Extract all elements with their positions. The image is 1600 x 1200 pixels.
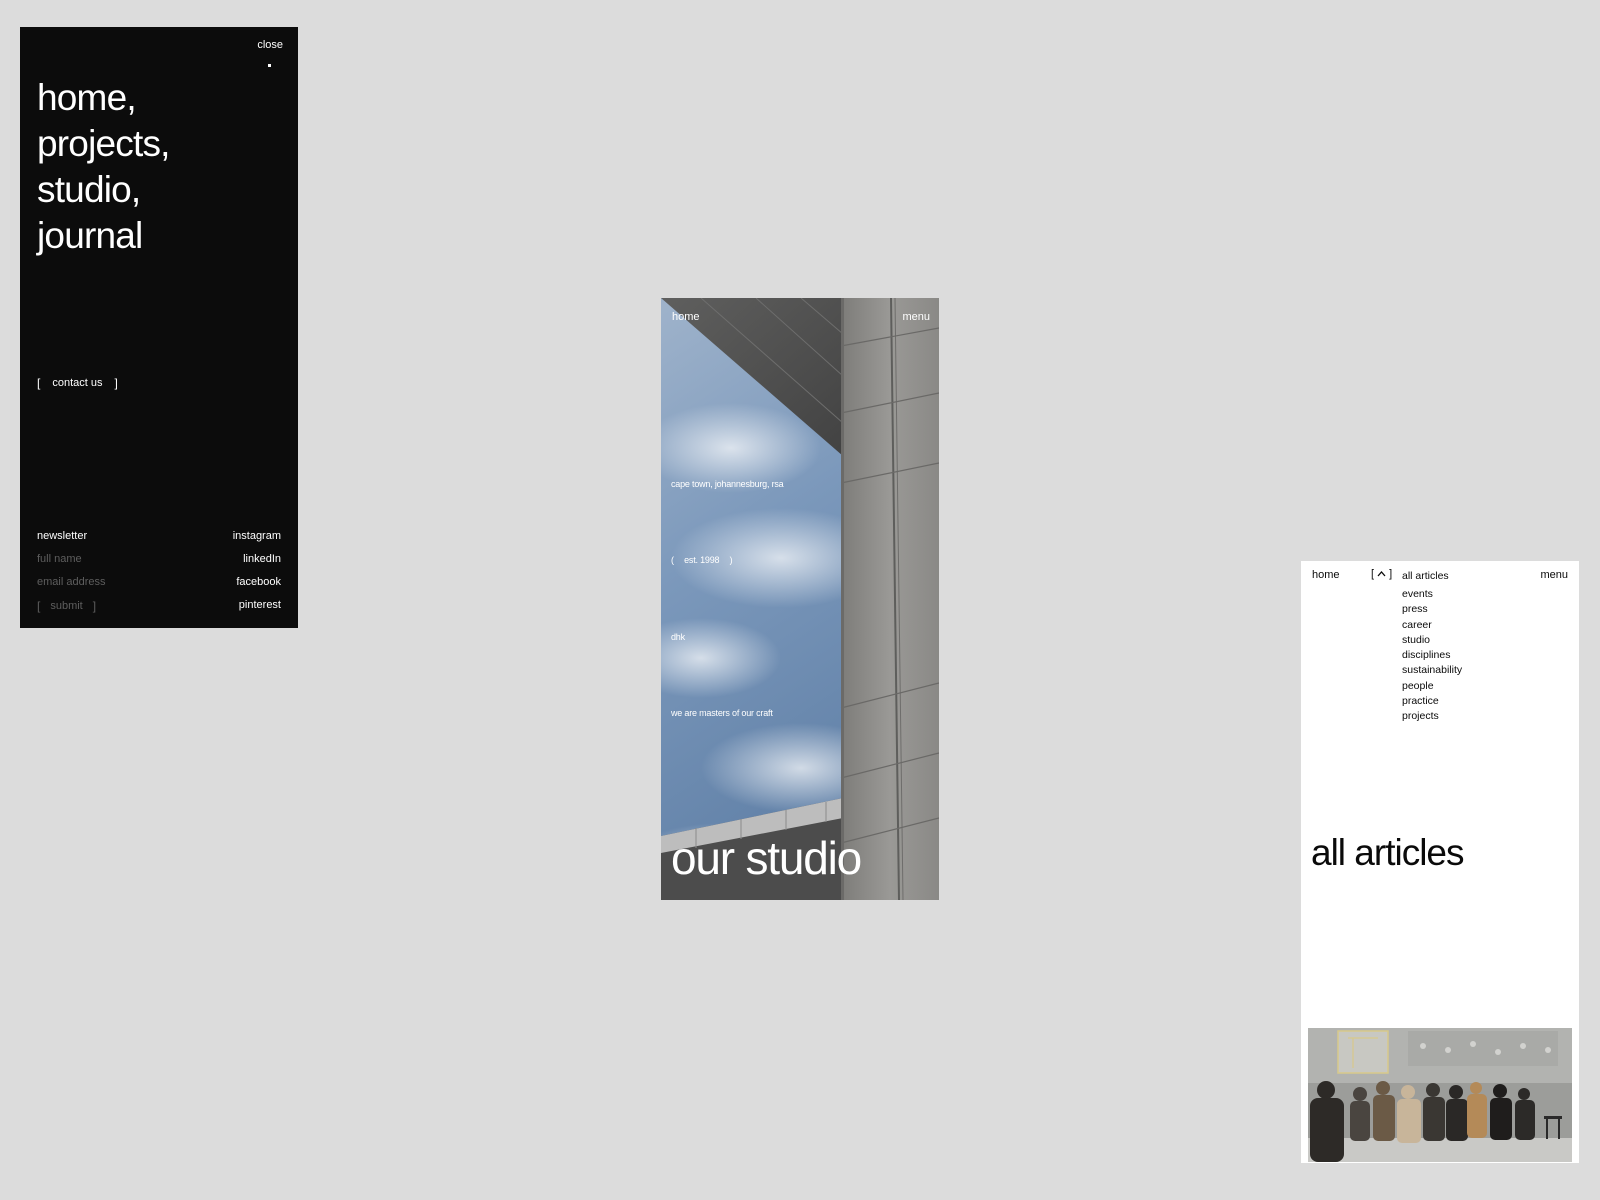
social-link-instagram[interactable]: instagram: [233, 530, 281, 553]
paren-close: ): [729, 555, 733, 565]
bracket-close: ]: [114, 376, 118, 390]
social-links: instagram linkedIn facebook pinterest: [233, 530, 281, 622]
studio-location: cape town, johannesburg, rsa: [671, 479, 784, 489]
architecture-hero-image: [661, 298, 939, 900]
filter-item-practice[interactable]: practice: [1402, 694, 1462, 709]
filter-item-studio[interactable]: studio: [1402, 633, 1462, 648]
filter-item-events[interactable]: events: [1402, 587, 1462, 602]
nav-item-studio[interactable]: studio,: [37, 167, 170, 213]
filter-item-projects[interactable]: projects: [1402, 709, 1462, 724]
social-link-linkedin[interactable]: linkedIn: [233, 553, 281, 576]
main-nav-list: home, projects, studio, journal: [37, 75, 170, 259]
bracket-open: [: [37, 599, 41, 613]
bracket-open: [: [37, 376, 41, 390]
bracket-close: ]: [1389, 568, 1393, 580]
menu-overlay: close home, projects, studio, journal [ …: [20, 27, 298, 628]
journal-page: home [ ] all articles events press caree…: [1301, 561, 1579, 1163]
page-title: our studio: [671, 832, 862, 884]
contact-us-button[interactable]: [ contact us ]: [37, 376, 118, 390]
filter-item-disciplines[interactable]: disciplines: [1402, 648, 1462, 663]
filter-item-press[interactable]: press: [1402, 602, 1462, 617]
nav-item-projects[interactable]: projects,: [37, 121, 170, 167]
category-filter-list: all articles events press career studio …: [1402, 569, 1462, 725]
studio-established: ( est. 1998 ): [671, 555, 733, 565]
bracket-close: ]: [92, 599, 97, 613]
newsletter-form: newsletter full name email address [ sub…: [37, 530, 105, 613]
social-link-pinterest[interactable]: pinterest: [233, 599, 281, 622]
nav-item-home[interactable]: home,: [37, 75, 170, 121]
email-address-field[interactable]: email address: [37, 576, 105, 599]
contact-us-label: contact us: [52, 377, 103, 389]
studio-page: home menu cape town, johannesburg, rsa (…: [661, 298, 939, 900]
nav-home-link[interactable]: home: [672, 311, 700, 323]
close-button[interactable]: close: [257, 39, 283, 51]
studio-name: dhk: [671, 632, 685, 642]
page-title: all articles: [1311, 832, 1464, 873]
filter-item-all-articles[interactable]: all articles: [1402, 569, 1462, 587]
nav-item-journal[interactable]: journal: [37, 213, 170, 259]
nav-home-link[interactable]: home: [1312, 569, 1340, 581]
paren-open: (: [671, 555, 674, 565]
submit-label: submit: [50, 600, 83, 612]
established-label: est. 1998: [684, 555, 720, 565]
nav-menu-button[interactable]: menu: [902, 311, 930, 323]
article-thumbnail-image[interactable]: [1308, 1028, 1572, 1162]
full-name-field[interactable]: full name: [37, 553, 105, 576]
social-link-facebook[interactable]: facebook: [233, 576, 281, 599]
nav-menu-button[interactable]: menu: [1540, 569, 1568, 581]
bracket-open: [: [1371, 568, 1375, 580]
close-indicator-dot: [268, 64, 271, 67]
filter-item-sustainability[interactable]: sustainability: [1402, 663, 1462, 678]
filter-toggle-button[interactable]: [ ]: [1371, 568, 1392, 580]
submit-button[interactable]: [ submit ]: [37, 599, 96, 613]
newsletter-title: newsletter: [37, 530, 88, 542]
filter-item-career[interactable]: career: [1402, 618, 1462, 633]
filter-item-people[interactable]: people: [1402, 679, 1462, 694]
studio-tagline: we are masters of our craft: [671, 708, 773, 718]
chevron-up-icon: [1377, 568, 1386, 580]
